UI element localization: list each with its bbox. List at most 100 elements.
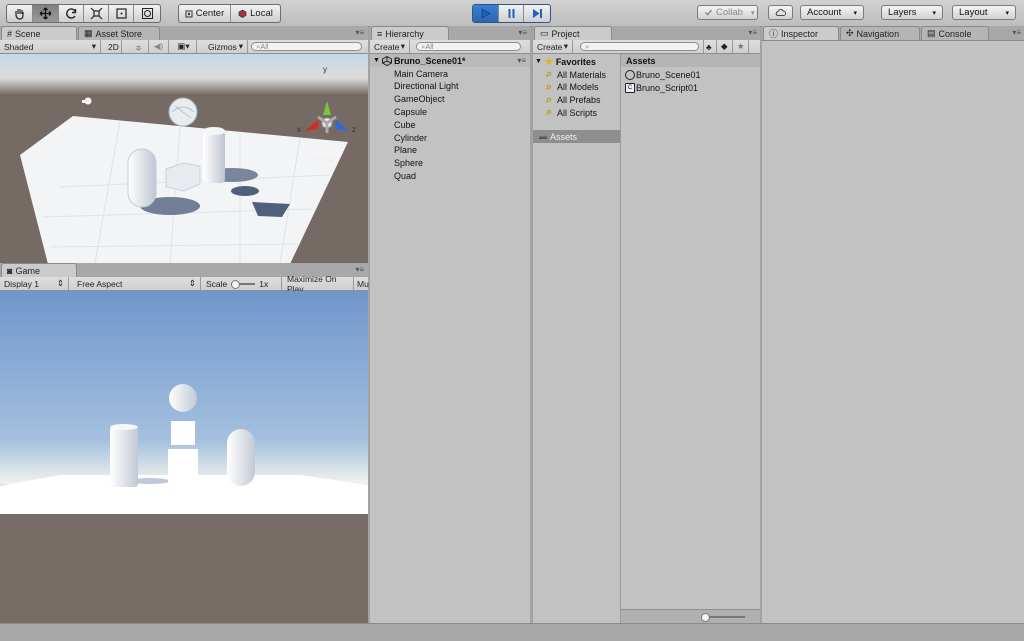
transform-tools (6, 4, 161, 23)
hierarchy-item[interactable]: Cylinder (370, 131, 530, 144)
collab-dropdown[interactable]: Collab ▾ (697, 5, 758, 20)
layers-dropdown[interactable]: Layers ▾ (881, 5, 943, 20)
maximize-on-play-toggle[interactable]: Maximize On Play (283, 274, 354, 294)
expand-arrow-icon[interactable]: ▼ (373, 57, 380, 64)
favorite-item[interactable]: ⌕ All Prefabs (533, 94, 620, 107)
star-icon: ★ (737, 41, 745, 51)
search-icon: ⌕ (546, 93, 553, 106)
console-icon: ▤ (927, 28, 936, 38)
hierarchy-item[interactable]: Main Camera (370, 67, 530, 80)
asset-item[interactable]: C Bruno_Script01 (621, 81, 760, 94)
scene-search-input[interactable]: ⌕ All (251, 42, 362, 51)
rect-tool-button[interactable] (109, 5, 134, 22)
center-icon (185, 10, 193, 17)
hierarchy-item[interactable]: Directional Light (370, 80, 530, 93)
pause-icon (508, 9, 514, 18)
display-dropdown[interactable]: Display 1 ⇕ (0, 277, 69, 290)
panel-menu-icon[interactable]: ▾≡ (355, 28, 364, 37)
favorite-item[interactable]: ⌕ All Materials (533, 68, 620, 81)
hand-tool-button[interactable] (7, 5, 33, 22)
mute-audio-toggle[interactable]: Mu (356, 277, 369, 290)
favorite-item[interactable]: ⌕ All Scripts (533, 106, 620, 119)
favorites-row[interactable]: ▼ ★ Favorites (533, 55, 620, 68)
panel-menu-icon[interactable]: ▾≡ (518, 28, 527, 37)
panel-menu-icon[interactable]: ▾≡ (355, 265, 364, 274)
chevron-down-icon: ▾ (750, 9, 755, 17)
tab-hierarchy[interactable]: ≡ Hierarchy (371, 26, 449, 40)
game-viewport[interactable] (0, 291, 368, 623)
gizmos-dropdown[interactable]: Gizmos ▾ (204, 40, 248, 53)
scale-slider[interactable]: Scale 1x (202, 277, 282, 290)
hierarchy-item[interactable]: Capsule (370, 105, 530, 118)
tab-scene[interactable]: # Scene (1, 26, 77, 40)
tab-inspector[interactable]: ⓘ Inspector (763, 26, 839, 40)
hierarchy-create-dropdown[interactable]: Create ▾ (370, 40, 410, 53)
effects-dropdown[interactable]: ▣▾ (171, 40, 197, 53)
scene-root-row[interactable]: ▼ Bruno_Scene01* ▾≡ (370, 54, 530, 67)
hierarchy-search-input[interactable]: ⌕ All (416, 42, 521, 51)
tab-game[interactable]: ◙ Game (1, 263, 77, 277)
aspect-dropdown[interactable]: Free Aspect ⇕ (73, 277, 201, 290)
scene-options-icon[interactable]: ▾≡ (517, 56, 526, 65)
shading-mode-dropdown[interactable]: Shaded ▾ (0, 40, 101, 53)
account-dropdown[interactable]: Account ▾ (800, 5, 864, 20)
info-icon: ⓘ (769, 29, 779, 39)
search-by-type-button[interactable]: ♣ (703, 40, 717, 53)
unity-scene-icon (381, 55, 392, 66)
scene-viewport[interactable]: y x z ≤Persp (0, 54, 368, 263)
search-by-label-button[interactable]: ◆ (719, 40, 733, 53)
hierarchy-item[interactable]: GameObject (370, 93, 530, 106)
unity-scene-icon (625, 70, 635, 80)
project-search-input[interactable]: ⌕ (580, 42, 699, 51)
scale-tool-button[interactable] (84, 5, 109, 22)
local-icon (238, 9, 247, 18)
scale-icon (90, 7, 102, 20)
hierarchy-item[interactable]: Plane (370, 144, 530, 157)
step-button[interactable] (524, 5, 550, 22)
persp-label[interactable]: ≤Persp (307, 153, 335, 163)
tag-icon: ◆ (721, 41, 728, 51)
layout-dropdown[interactable]: Layout ▾ (952, 5, 1016, 20)
tab-asset-store[interactable]: ▦ Asset Store (78, 26, 160, 40)
move-tool-button[interactable] (33, 5, 59, 22)
asset-item-label: Bruno_Scene01 (636, 69, 701, 80)
audio-toggle-button[interactable]: ◀) (149, 40, 169, 53)
save-search-button[interactable]: ★ (735, 40, 749, 53)
2d-toggle-button[interactable]: 2D (104, 40, 122, 53)
tab-navigation[interactable]: ✣ Navigation (840, 26, 920, 40)
pause-button[interactable] (499, 5, 524, 22)
rotate-tool-button[interactable] (59, 5, 84, 22)
favorite-item[interactable]: ⌕ All Models (533, 81, 620, 94)
pivot-local-button[interactable]: Local (231, 5, 280, 22)
cloud-button[interactable] (768, 5, 793, 20)
panel-menu-icon[interactable]: ▾≡ (1012, 28, 1021, 37)
play-button[interactable] (473, 5, 499, 22)
hand-icon (15, 9, 24, 20)
transform-tool-button[interactable] (134, 5, 160, 22)
expand-arrow-icon[interactable]: ▼ (535, 58, 542, 65)
hierarchy-tabbar: ≡ Hierarchy ▾≡ (370, 26, 530, 41)
pivot-center-button[interactable]: Center (179, 5, 231, 22)
panel-menu-icon[interactable]: ▾≡ (748, 28, 757, 37)
chevron-down-icon: ▾ (932, 9, 936, 17)
assets-breadcrumb[interactable]: Assets (621, 54, 760, 67)
hierarchy-item[interactable]: Quad (370, 169, 530, 182)
icon-size-slider-thumb[interactable] (701, 613, 710, 622)
move-icon (39, 7, 52, 20)
status-bar (0, 623, 1024, 641)
assets-folder-row[interactable]: ▬ Assets (533, 130, 620, 143)
asset-item[interactable]: Bruno_Scene01 (621, 68, 760, 81)
folder-icon: ▬ (539, 132, 547, 141)
grid-icon: # (7, 28, 13, 39)
project-footer (621, 609, 760, 623)
hierarchy-item[interactable]: Sphere (370, 157, 530, 170)
dropdown-arrow-icon: ▾ (238, 41, 243, 51)
favorite-item-label: All Prefabs (557, 95, 601, 106)
lighting-toggle-button[interactable]: ☼ (129, 40, 149, 53)
hierarchy-item[interactable]: Cube (370, 118, 530, 131)
gizmo-z-label: z (352, 125, 356, 134)
main-toolbar: Center Local Collab ▾ Account▾ Layers▾ (0, 0, 1024, 27)
tab-console[interactable]: ▤ Console (921, 26, 989, 40)
tab-project[interactable]: ▭ Project (534, 26, 612, 40)
project-create-dropdown[interactable]: Create ▾ (533, 40, 573, 53)
